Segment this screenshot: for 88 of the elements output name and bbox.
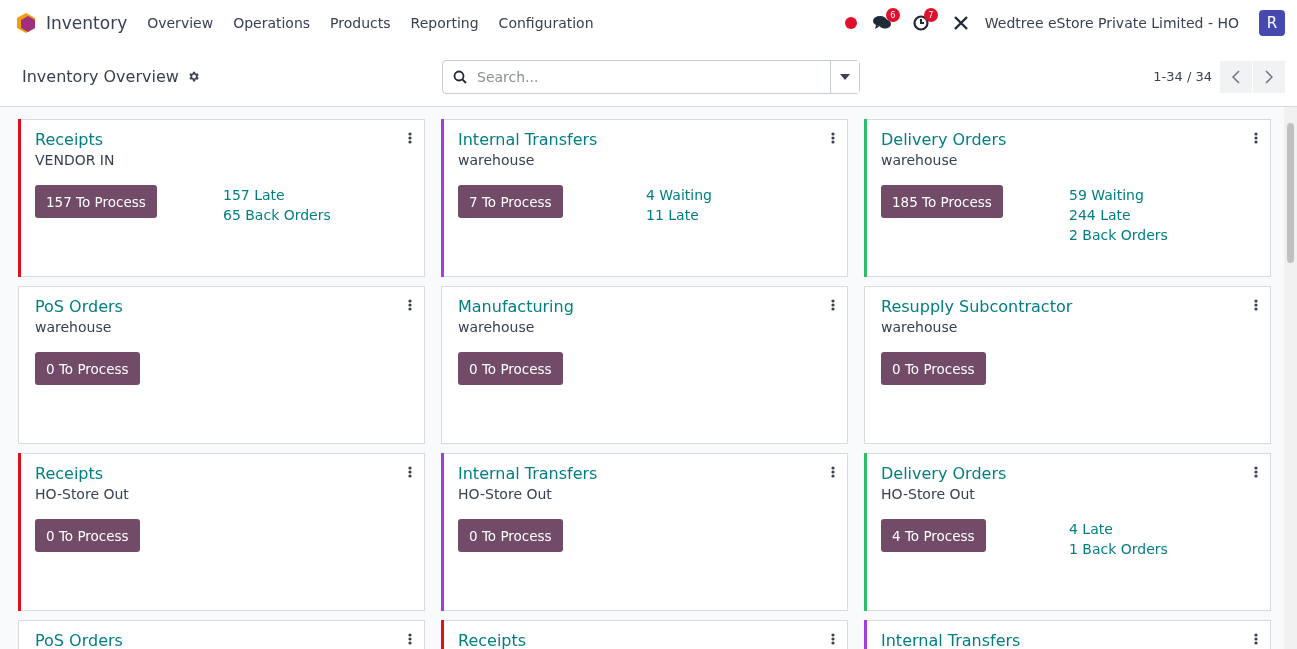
card-menu-button[interactable]: [831, 633, 835, 645]
card-title[interactable]: PoS Orders: [35, 631, 123, 649]
to-process-button[interactable]: 0 To Process: [35, 519, 140, 552]
card-subtitle: warehouse: [35, 319, 113, 335]
card-menu-button[interactable]: [1254, 299, 1258, 311]
chevron-right-icon: [1265, 69, 1273, 84]
menu-item[interactable]: Operations: [223, 15, 321, 31]
menu-item[interactable]: Overview: [137, 15, 224, 31]
card-title[interactable]: Manufacturing: [458, 297, 574, 316]
chat-icon[interactable]: [872, 15, 891, 31]
kebab-icon: [1254, 299, 1258, 311]
status-link[interactable]: 11 Late: [646, 207, 833, 223]
card-title[interactable]: Delivery Orders: [881, 464, 1007, 483]
card-menu-button[interactable]: [831, 299, 835, 311]
card-title[interactable]: Internal Transfers: [881, 631, 1021, 649]
to-process-button[interactable]: 0 To Process: [458, 519, 563, 552]
status-link[interactable]: 1 Back Orders: [1069, 541, 1256, 557]
kebab-icon: [1254, 466, 1258, 478]
card-menu-button[interactable]: [1254, 633, 1258, 645]
card-subtitle: HO-Store Out: [881, 486, 976, 502]
card-subtitle: warehouse: [458, 152, 536, 168]
card-menu-button[interactable]: [1254, 466, 1258, 478]
status-link[interactable]: 2 Back Orders: [1069, 227, 1256, 243]
kebab-icon: [831, 633, 835, 645]
pager-value[interactable]: 1-34 / 34: [1153, 69, 1212, 84]
card-menu-button[interactable]: [408, 132, 412, 144]
kebab-icon: [831, 132, 835, 144]
status-link[interactable]: 157 Late: [223, 187, 410, 203]
kebab-icon: [408, 299, 412, 311]
kebab-icon: [831, 299, 835, 311]
card-title[interactable]: Internal Transfers: [458, 130, 598, 149]
card-menu-button[interactable]: [408, 633, 412, 645]
menu-item[interactable]: Configuration: [488, 15, 604, 31]
status-link[interactable]: 244 Late: [1069, 207, 1256, 223]
search-icon: [453, 69, 467, 84]
user-avatar[interactable]: R: [1259, 10, 1285, 36]
card-title[interactable]: Internal Transfers: [458, 464, 598, 483]
status-link[interactable]: 59 Waiting: [1069, 187, 1256, 203]
card-title[interactable]: Receipts: [35, 464, 104, 483]
status-dot-icon: [844, 17, 857, 29]
card-title[interactable]: Receipts: [458, 631, 527, 649]
search-input[interactable]: Search...: [475, 67, 820, 86]
search-options-button[interactable]: [830, 60, 859, 93]
clock-icon[interactable]: [912, 15, 929, 31]
card-subtitle: HO-Store Out: [35, 486, 130, 502]
card-title[interactable]: PoS Orders: [35, 297, 123, 316]
card-menu-button[interactable]: [831, 132, 835, 144]
kebab-icon: [831, 466, 835, 478]
app-logo-icon: [16, 12, 36, 34]
company-name[interactable]: Wedtree eStore Private Limited - HO: [984, 15, 1239, 31]
status-link[interactable]: 4 Waiting: [646, 187, 833, 203]
caret-icon: [840, 73, 850, 80]
kebab-icon: [408, 466, 412, 478]
card-title[interactable]: Delivery Orders: [881, 130, 1007, 149]
card-menu-button[interactable]: [408, 299, 412, 311]
to-process-button[interactable]: 7 To Process: [458, 185, 563, 218]
page-title: Inventory Overview: [22, 67, 179, 86]
card-menu-button[interactable]: [831, 466, 835, 478]
card-subtitle: HO-Store Out: [458, 486, 553, 502]
to-process-button[interactable]: 0 To Process: [881, 352, 986, 385]
card-subtitle: warehouse: [881, 319, 959, 335]
app-name[interactable]: Inventory: [46, 13, 128, 33]
card-menu-button[interactable]: [1254, 132, 1258, 144]
card-subtitle: warehouse: [458, 319, 536, 335]
to-process-button[interactable]: 185 To Process: [881, 185, 1003, 218]
to-process-button[interactable]: 0 To Process: [35, 352, 140, 385]
search-field[interactable]: Search...: [442, 59, 860, 94]
kebab-icon: [408, 633, 412, 645]
card-subtitle: VENDOR IN: [35, 152, 116, 168]
card-menu-button[interactable]: [408, 466, 412, 478]
menu-item[interactable]: Reporting: [400, 15, 489, 31]
kebab-icon: [408, 132, 412, 144]
message-count: 6: [885, 8, 900, 22]
scrollbar-thumb[interactable]: [1287, 123, 1294, 263]
card-title[interactable]: Receipts: [35, 130, 104, 149]
to-process-button[interactable]: 4 To Process: [881, 519, 986, 552]
kebab-icon: [1254, 132, 1258, 144]
to-process-button[interactable]: 0 To Process: [458, 352, 563, 385]
to-process-button[interactable]: 157 To Process: [35, 185, 157, 218]
card-title[interactable]: Resupply Subcontractor: [881, 297, 1073, 316]
chevron-left-icon: [1232, 69, 1240, 84]
card-subtitle: warehouse: [881, 152, 959, 168]
menu-item[interactable]: Products: [320, 15, 401, 31]
scrollbar[interactable]: [1284, 107, 1297, 649]
status-link[interactable]: 65 Back Orders: [223, 207, 410, 223]
activity-count: 7: [923, 8, 938, 22]
status-link[interactable]: 4 Late: [1069, 521, 1256, 537]
kebab-icon: [1254, 633, 1258, 645]
